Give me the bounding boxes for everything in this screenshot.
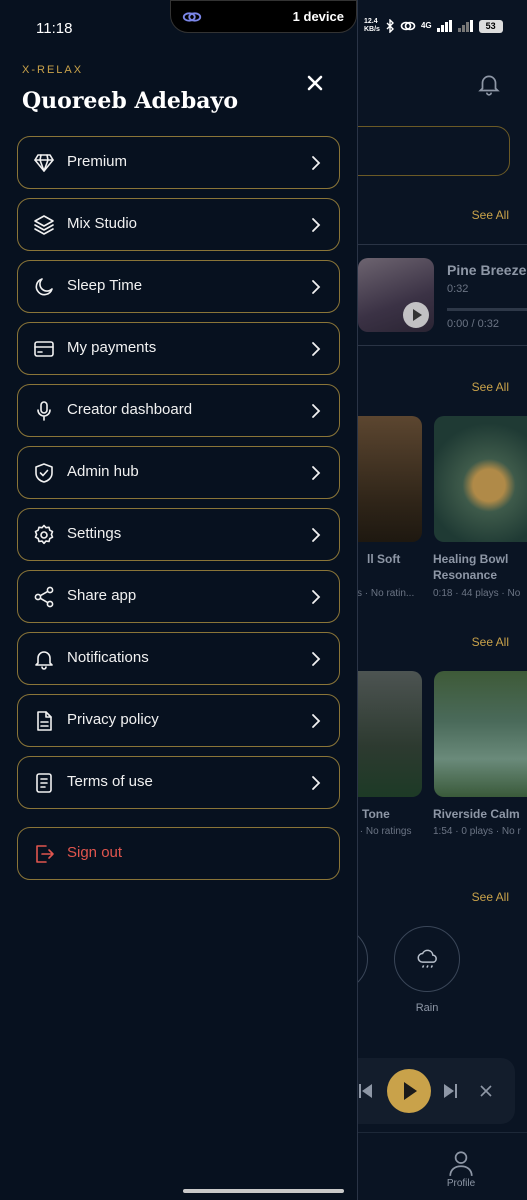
menu-item-privacy-policy[interactable]: Privacy policy <box>17 694 340 747</box>
chevron-right-icon <box>312 342 321 356</box>
menu-item-share-app[interactable]: Share app <box>17 570 340 623</box>
user-name: Quoreeb Adebayo <box>22 88 239 114</box>
document-icon <box>37 711 52 731</box>
pill-text: 1 device <box>292 9 344 24</box>
menu-item-label: Creator dashboard <box>67 401 193 418</box>
moon-icon <box>35 278 53 296</box>
layers-icon <box>34 215 54 235</box>
logout-icon <box>36 845 54 863</box>
see-all-link[interactable]: See All <box>472 380 509 394</box>
nav-profile-label[interactable]: Profile <box>436 1178 486 1189</box>
track-card-meta: s · No ratings <box>352 826 412 837</box>
track-card-meta: 0:18 · 44 plays · No <box>433 588 521 599</box>
menu-item-label: Admin hub <box>67 463 139 480</box>
menu-item-admin-hub[interactable]: Admin hub <box>17 446 340 499</box>
see-all-link[interactable]: See All <box>472 208 509 222</box>
menu-item-label: Settings <box>67 525 122 542</box>
bell-icon[interactable] <box>476 70 502 98</box>
menu-item-label: My payments <box>67 339 157 356</box>
now-playing-progress[interactable] <box>447 308 527 311</box>
menu-item-creator-dashboard[interactable]: Creator dashboard <box>17 384 340 437</box>
menu-item-premium[interactable]: Premium <box>17 136 340 189</box>
chevron-right-icon <box>312 466 321 480</box>
battery-indicator: 53 <box>478 19 503 33</box>
track-card-title: Healing Bowl Resonance <box>433 552 509 582</box>
share-icon <box>34 586 54 608</box>
network-speed: 12.4 KB/s <box>364 18 380 33</box>
menu-item-label: Terms of use <box>67 773 153 790</box>
menu-item-label: Sign out <box>67 844 123 861</box>
diamond-icon <box>34 154 54 172</box>
track-card-image[interactable] <box>434 416 527 542</box>
track-card-meta: ys · No ratin... <box>352 588 415 599</box>
menu-item-label: Privacy policy <box>67 711 159 728</box>
chevron-right-icon <box>312 776 321 790</box>
signal-icon <box>457 20 473 32</box>
credit-card-icon <box>34 341 54 357</box>
track-card-image[interactable] <box>434 671 527 797</box>
bell-icon <box>35 651 53 670</box>
track-card-title: Riverside Calm <box>433 807 520 821</box>
status-icons: 12.4 KB/s 4G 53 <box>364 16 503 36</box>
menu-item-my-payments[interactable]: My payments <box>17 322 340 375</box>
chevron-right-icon <box>312 652 321 666</box>
status-time: 11:18 <box>36 20 73 37</box>
chevron-right-icon <box>312 714 321 728</box>
link-icon <box>400 21 416 31</box>
chevron-right-icon <box>312 590 321 604</box>
now-playing-time: 0:00 / 0:32 <box>447 318 499 330</box>
receipt-icon <box>36 773 52 793</box>
microphone-icon <box>37 401 51 421</box>
home-indicator[interactable] <box>183 1189 344 1193</box>
close-icon[interactable] <box>480 1085 492 1097</box>
play-button[interactable] <box>387 1069 431 1113</box>
category-button-rain[interactable] <box>394 926 460 992</box>
menu-item-terms-of-use[interactable]: Terms of use <box>17 756 340 809</box>
see-all-link[interactable]: See All <box>472 890 509 904</box>
signal-icon <box>436 20 452 32</box>
bluetooth-icon <box>386 19 394 33</box>
next-icon[interactable] <box>443 1083 457 1099</box>
chevron-right-icon <box>312 156 321 170</box>
menu-item-sleep-time[interactable]: Sleep Time <box>17 260 340 313</box>
menu-item-label: Mix Studio <box>67 215 138 232</box>
menu-item-mix-studio[interactable]: Mix Studio <box>17 198 340 251</box>
see-all-link[interactable]: See All <box>472 635 509 649</box>
track-card-meta: 1:54 · 0 plays · No r <box>433 826 521 837</box>
menu-item-label: Premium <box>67 153 128 170</box>
chevron-right-icon <box>312 280 321 294</box>
dynamic-pill[interactable]: 1 device <box>170 0 357 33</box>
now-playing-duration: 0:32 <box>447 283 469 295</box>
category-label: Rain <box>415 1002 439 1014</box>
track-card-title: ll Soft <box>367 552 401 566</box>
rain-cloud-icon <box>417 949 437 968</box>
menu-item-settings[interactable]: Settings <box>17 508 340 561</box>
track-card-title: Tone <box>362 807 390 821</box>
menu-item-label: Share app <box>67 587 137 604</box>
navigation-drawer: X-RELAX Quoreeb Adebayo Premium Mix Studi… <box>0 0 358 1200</box>
chevron-right-icon <box>312 218 321 232</box>
now-playing-play-button[interactable] <box>403 302 429 328</box>
chevron-right-icon <box>312 404 321 418</box>
menu-item-notifications[interactable]: Notifications <box>17 632 340 685</box>
chevron-right-icon <box>312 528 321 542</box>
gear-icon <box>34 524 54 545</box>
close-icon[interactable] <box>302 70 328 96</box>
sign-out-button[interactable]: Sign out <box>17 827 340 880</box>
link-icon <box>182 12 202 22</box>
menu-item-label: Sleep Time <box>67 277 143 294</box>
network-type: 4G <box>420 21 432 30</box>
profile-icon[interactable] <box>448 1149 474 1177</box>
previous-icon[interactable] <box>359 1083 373 1099</box>
brand-label: X-RELAX <box>22 64 84 76</box>
shield-check-icon <box>35 463 53 483</box>
menu-item-label: Notifications <box>67 649 149 666</box>
now-playing-title: Pine Breeze <box>447 262 527 278</box>
